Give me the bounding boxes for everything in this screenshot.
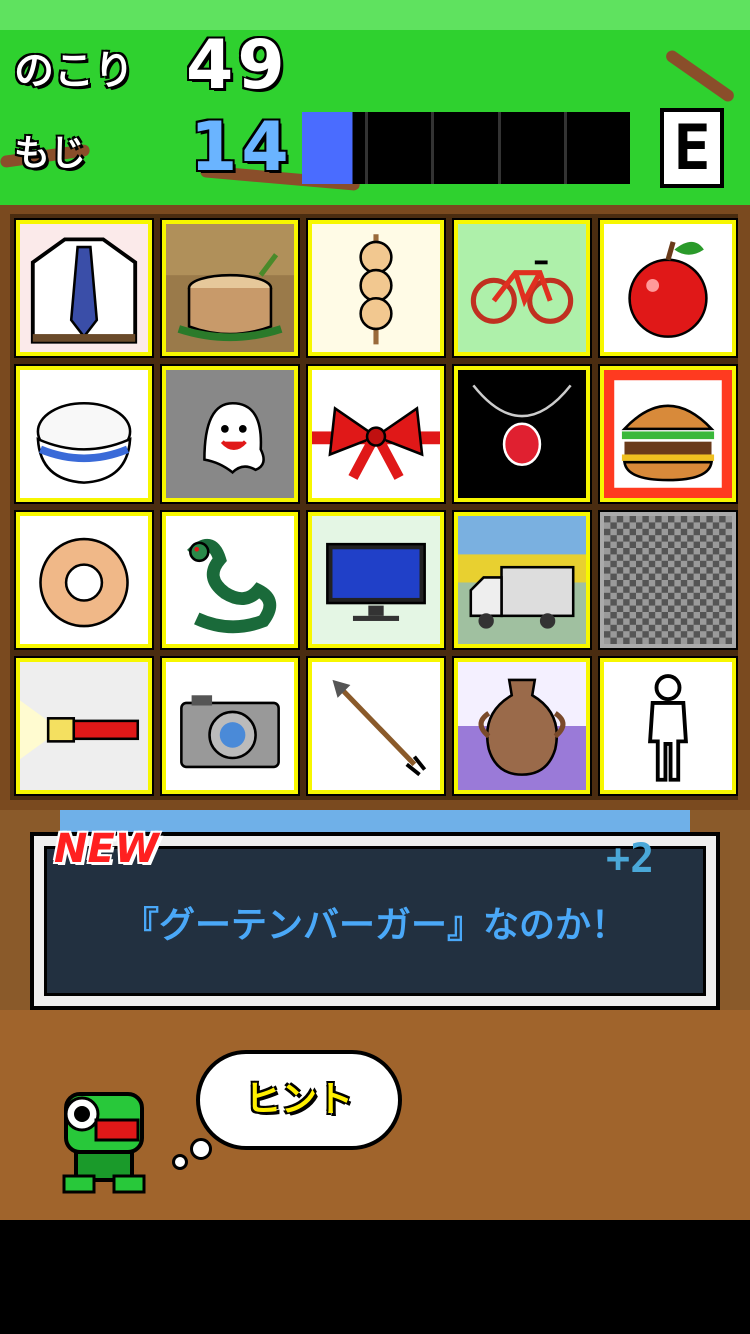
checkered-blank-icon — [604, 516, 732, 644]
monitor-icon — [312, 516, 440, 644]
pendant-necklace-icon — [458, 370, 586, 498]
bottom-black-bar — [0, 1220, 750, 1334]
meter-segment — [302, 112, 369, 184]
meter-segment — [501, 112, 567, 184]
tree-stump-icon — [166, 224, 294, 352]
tile-clay-pot[interactable] — [452, 656, 592, 796]
truck-icon — [458, 516, 586, 644]
tile-arrow[interactable] — [306, 656, 446, 796]
tile-unknown[interactable] — [598, 510, 738, 650]
tile-dango-skewer[interactable] — [306, 218, 446, 358]
apple-icon — [604, 224, 732, 352]
remaining-label: のこり — [14, 48, 134, 94]
hint-label: ヒント — [244, 1079, 353, 1120]
bicycle-icon — [458, 224, 586, 352]
clay-pot-icon — [458, 662, 586, 790]
remaining-value: 49 — [186, 26, 289, 105]
red-ribbon-icon — [312, 370, 440, 498]
tile-flashlight[interactable] — [14, 656, 154, 796]
tile-shirt-tie[interactable] — [14, 218, 154, 358]
camera-icon — [166, 662, 294, 790]
tile-ghost[interactable] — [160, 364, 300, 504]
meter-segment — [434, 112, 501, 184]
item-grid — [10, 214, 738, 800]
bonus-points: +2 — [606, 836, 655, 882]
char-meter — [302, 112, 630, 184]
status-header: のこり 49 もじ 14 E — [0, 0, 750, 205]
tree-branch — [663, 48, 737, 104]
meter-segment — [368, 112, 435, 184]
tile-donut[interactable] — [14, 510, 154, 650]
sky-stripe — [0, 0, 750, 30]
donut-icon — [20, 516, 148, 644]
frog-mascot-icon[interactable] — [48, 1080, 160, 1196]
tile-tree-stump[interactable] — [160, 218, 300, 358]
rank-badge: E — [660, 108, 724, 188]
ghost-icon — [166, 370, 294, 498]
person-outline-icon — [604, 662, 732, 790]
tile-hamburger[interactable] — [598, 364, 738, 504]
tile-camera[interactable] — [160, 656, 300, 796]
meter-segment — [567, 112, 630, 184]
hamburger-icon — [604, 370, 732, 498]
tile-pendant-necklace[interactable] — [452, 364, 592, 504]
thought-puff — [190, 1138, 212, 1160]
snake-icon — [166, 516, 294, 644]
shirt-tie-icon — [20, 224, 148, 352]
rice-bowl-icon — [20, 370, 148, 498]
tile-red-ribbon[interactable] — [306, 364, 446, 504]
chars-label: もじ — [14, 133, 87, 174]
tile-snake[interactable] — [160, 510, 300, 650]
tile-apple[interactable] — [598, 218, 738, 358]
tile-bicycle[interactable] — [452, 218, 592, 358]
tile-person[interactable] — [598, 656, 738, 796]
flashlight-icon — [20, 662, 148, 790]
new-badge: NEW — [54, 826, 159, 872]
tile-monitor[interactable] — [306, 510, 446, 650]
tile-rice-bowl[interactable] — [14, 364, 154, 504]
tile-truck[interactable] — [452, 510, 592, 650]
dango-skewer-icon — [312, 224, 440, 352]
message-text: 『グーテンバーガー』なのか！ — [122, 905, 627, 946]
chars-value: 14 — [190, 108, 293, 187]
arrow-icon — [312, 662, 440, 790]
thought-puff — [172, 1154, 188, 1170]
